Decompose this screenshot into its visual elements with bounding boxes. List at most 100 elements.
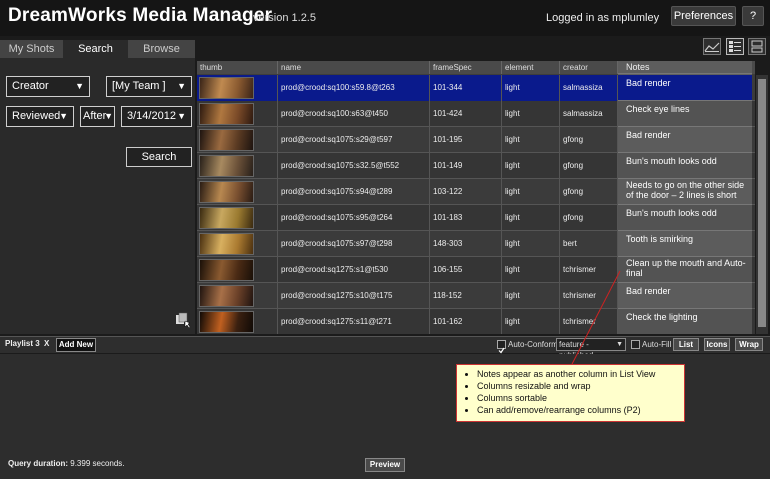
- cell-name: prod@crood:sq1075:s32.5@t552: [278, 153, 430, 179]
- chevron-down-icon: ▼: [177, 111, 186, 121]
- cell-creator: tchrismer: [560, 257, 618, 283]
- auto-fill-checkbox[interactable]: [631, 340, 640, 349]
- column-header-name[interactable]: name: [278, 61, 430, 74]
- preview-button[interactable]: Preview: [365, 458, 405, 472]
- cell-thumb: [197, 257, 278, 283]
- chevron-down-icon: ▼: [104, 111, 113, 121]
- shot-thumbnail[interactable]: [199, 311, 254, 333]
- note-cell[interactable]: Bad render: [618, 283, 752, 309]
- cell-thumb: [197, 153, 278, 179]
- cell-framespec: 148-303: [430, 231, 502, 257]
- search-button[interactable]: Search: [126, 147, 192, 167]
- cell-creator: gfong: [560, 127, 618, 153]
- reviewed-dropdown[interactable]: Reviewed ▼: [6, 106, 74, 127]
- logged-in-user: Logged in as mplumley: [546, 12, 660, 24]
- cell-creator: salmassiza: [560, 101, 618, 127]
- cell-framespec: 101-149: [430, 153, 502, 179]
- column-header-notes[interactable]: Notes: [618, 61, 752, 74]
- cell-name: prod@crood:sq1075:s94@t289: [278, 179, 430, 205]
- app-version: version 1.2.5: [253, 12, 316, 24]
- query-duration-value: 9.399 seconds.: [70, 459, 125, 468]
- cell-thumb: [197, 75, 278, 101]
- playlist-tab[interactable]: Playlist 3: [5, 339, 40, 348]
- cell-creator: gfong: [560, 205, 618, 231]
- cell-element: light: [502, 75, 560, 101]
- column-header-creator[interactable]: creator: [560, 61, 618, 74]
- date-dropdown[interactable]: 3/14/2012 ▼: [121, 106, 192, 127]
- shot-thumbnail[interactable]: [199, 181, 254, 203]
- cell-element: light: [502, 101, 560, 127]
- column-header-element[interactable]: element: [502, 61, 560, 74]
- thumbnail-view-icon[interactable]: [703, 38, 721, 55]
- feature-select[interactable]: feature - published ▼: [556, 338, 626, 360]
- callout-item: Can add/remove/rearrange columns (P2): [477, 404, 678, 416]
- note-cell[interactable]: Check eye lines: [618, 101, 752, 127]
- creator-dropdown[interactable]: Creator ▼: [6, 76, 90, 97]
- team-dropdown[interactable]: [My Team ] ▼: [106, 76, 192, 97]
- shot-thumbnail[interactable]: [199, 207, 254, 229]
- shot-thumbnail[interactable]: [199, 77, 254, 99]
- grid-scrollbar[interactable]: [756, 75, 768, 334]
- tab-browse[interactable]: Browse: [128, 40, 195, 58]
- cell-name: prod@crood:sq1075:s29@t597: [278, 127, 430, 153]
- list-view-icon[interactable]: [726, 38, 744, 55]
- cell-framespec: 101-183: [430, 205, 502, 231]
- app-header: DreamWorks Media Manager version 1.2.5 L…: [0, 0, 770, 36]
- cell-framespec: 101-195: [430, 127, 502, 153]
- tab-my-shots[interactable]: My Shots: [0, 40, 63, 58]
- checkmark-icon: [498, 347, 505, 354]
- shot-thumbnail[interactable]: [199, 155, 254, 177]
- note-cell[interactable]: Tooth is smirking: [618, 231, 752, 257]
- query-duration: Query duration: 9.399 seconds.: [8, 459, 125, 468]
- note-cell[interactable]: Needs to go on the other side of the doo…: [618, 179, 752, 205]
- list-view-button[interactable]: List: [673, 338, 699, 351]
- cell-element: light: [502, 179, 560, 205]
- note-cell[interactable]: Bad render: [618, 75, 752, 101]
- drag-to-playlist-icon[interactable]: [175, 312, 191, 328]
- cell-element: light: [502, 231, 560, 257]
- cell-name: prod@crood:sq1075:s97@t298: [278, 231, 430, 257]
- column-header-thumb[interactable]: thumb: [197, 61, 278, 74]
- after-dropdown[interactable]: After ▼: [80, 106, 115, 127]
- cell-name: prod@crood:sq100:s63@t450: [278, 101, 430, 127]
- scrollbar-thumb[interactable]: [758, 79, 766, 327]
- cell-thumb: [197, 309, 278, 334]
- shot-thumbnail[interactable]: [199, 103, 254, 125]
- icons-view-button[interactable]: Icons: [704, 338, 730, 351]
- preferences-button[interactable]: Preferences: [671, 6, 736, 26]
- cell-thumb: [197, 127, 278, 153]
- close-icon[interactable]: X: [44, 339, 49, 348]
- add-new-button[interactable]: Add New: [56, 338, 96, 352]
- shot-thumbnail[interactable]: [199, 259, 254, 281]
- auto-conform-checkbox[interactable]: [497, 340, 506, 354]
- column-header-framespec[interactable]: frameSpec: [430, 61, 502, 74]
- callout-item: Columns resizable and wrap: [477, 380, 678, 392]
- note-cell[interactable]: Bun's mouth looks odd: [618, 205, 752, 231]
- callout-item: Columns sortable: [477, 392, 678, 404]
- detail-view-icon[interactable]: [748, 38, 766, 55]
- cell-framespec: 118-152: [430, 283, 502, 309]
- wrap-button[interactable]: Wrap: [735, 338, 763, 351]
- left-tabs: My Shots Search Browse: [0, 40, 195, 58]
- note-cell[interactable]: Bun's mouth looks odd: [618, 153, 752, 179]
- status-footer: Query duration: 9.399 seconds. Preview: [0, 454, 770, 479]
- shot-thumbnail[interactable]: [199, 233, 254, 255]
- note-cell[interactable]: Bad render: [618, 127, 752, 153]
- chevron-down-icon: ▼: [75, 81, 84, 91]
- reviewed-dropdown-label: Reviewed: [12, 110, 61, 122]
- cell-creator: tchrismer: [560, 283, 618, 309]
- note-cell[interactable]: Check the lighting: [618, 309, 752, 334]
- shot-thumbnail[interactable]: [199, 285, 254, 307]
- cell-framespec: 101-162: [430, 309, 502, 334]
- cell-thumb: [197, 205, 278, 231]
- tab-search[interactable]: Search: [63, 40, 128, 58]
- cell-thumb: [197, 101, 278, 127]
- cell-element: light: [502, 127, 560, 153]
- cell-thumb: [197, 231, 278, 257]
- cell-framespec: 101-424: [430, 101, 502, 127]
- help-button[interactable]: ?: [742, 6, 764, 26]
- shot-thumbnail[interactable]: [199, 129, 254, 151]
- cell-element: light: [502, 205, 560, 231]
- note-cell[interactable]: Clean up the mouth and Auto-final: [618, 257, 752, 283]
- creator-dropdown-label: Creator: [12, 80, 49, 92]
